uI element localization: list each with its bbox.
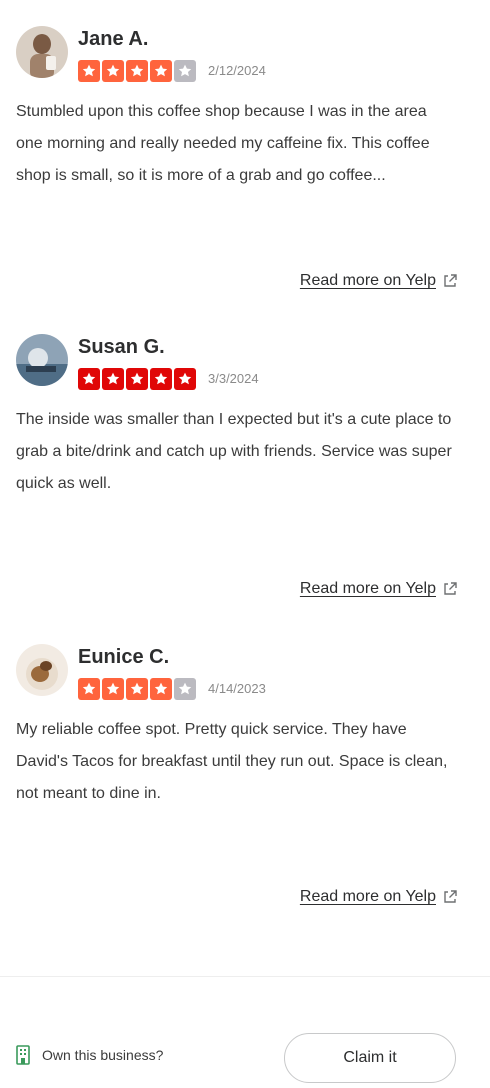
star-filled-icon [102,368,124,390]
star-filled-icon [150,678,172,700]
external-link-icon [442,889,458,905]
external-link-icon [442,273,458,289]
review-text: My reliable coffee spot. Pretty quick se… [16,721,448,802]
review-author: Eunice C. [78,646,170,668]
review-date: 2/12/2024 [208,63,266,78]
star-empty-icon [174,678,196,700]
avatar [16,334,68,386]
own-business-label: Own this business? [42,1047,164,1063]
star-filled-icon [78,678,100,700]
review-item: Eunice C. 4/14/2023 My reliable coffee s… [16,618,458,958]
read-more-link[interactable]: Read more on Yelp [300,580,458,598]
user-photo-avatar-icon [16,26,68,78]
claim-business-footer: Own this business? Claim it [0,976,490,1088]
review-author: Susan G. [78,336,165,358]
review-author: Jane A. [78,28,149,50]
read-more-link[interactable]: Read more on Yelp [300,272,458,290]
avatar [16,644,68,696]
star-rating [78,60,198,82]
review-date: 4/14/2023 [208,681,266,696]
external-link-icon [442,581,458,597]
yelp-reviews-panel: Jane A. 2/12/2024 Stumbled upon this cof… [0,0,490,1088]
star-filled-icon [150,60,172,82]
rating-row: 2/12/2024 [78,60,266,82]
star-filled-icon [126,678,148,700]
claim-it-button[interactable]: Claim it [284,1033,456,1083]
read-more-label: Read more on Yelp [299,580,436,597]
star-filled-icon [102,678,124,700]
star-filled-icon [78,368,100,390]
star-filled-icon [126,368,148,390]
read-more-label: Read more on Yelp [299,888,436,905]
star-filled-icon [78,60,100,82]
own-business-prompt: Own this business? [16,1045,163,1065]
read-more-link[interactable]: Read more on Yelp [300,888,458,906]
user-photo-avatar-icon [16,644,68,696]
review-list: Jane A. 2/12/2024 Stumbled upon this cof… [0,0,490,958]
star-filled-icon [150,368,172,390]
star-empty-icon [174,60,196,82]
review-header: Susan G. 3/3/2024 [16,330,458,390]
review-date: 3/3/2024 [208,371,259,386]
star-filled-icon [174,368,196,390]
review-header: Eunice C. 4/14/2023 [16,640,458,700]
star-rating [78,368,198,390]
review-text: Stumbled upon this coffee shop because I… [16,103,430,184]
review-item: Jane A. 2/12/2024 Stumbled upon this cof… [16,0,458,308]
star-rating [78,678,198,700]
review-item: Susan G. 3/3/2024 The inside was smaller… [16,308,458,618]
rating-row: 4/14/2023 [78,678,266,700]
star-filled-icon [126,60,148,82]
rating-row: 3/3/2024 [78,368,259,390]
avatar [16,26,68,78]
read-more-label: Read more on Yelp [299,272,436,289]
user-photo-avatar-icon [16,334,68,386]
building-icon [16,1045,30,1065]
star-filled-icon [102,60,124,82]
review-text: The inside was smaller than I expected b… [16,411,452,492]
review-header: Jane A. 2/12/2024 [16,22,458,82]
